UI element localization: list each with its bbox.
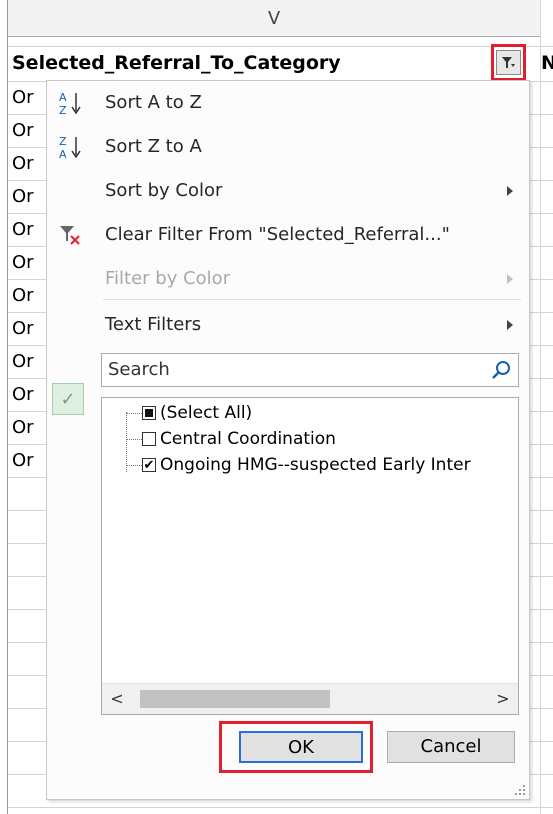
- cell-value[interactable]: Or: [12, 345, 34, 378]
- chevron-right-icon: [507, 274, 513, 284]
- menu-item-text-filters[interactable]: Text Filters: [47, 303, 529, 347]
- cell-value[interactable]: Or: [12, 147, 34, 180]
- tree-line: [126, 412, 127, 472]
- list-item[interactable]: Central Coordination: [142, 426, 336, 452]
- resize-grip-icon[interactable]: [513, 783, 525, 795]
- sheet-right-border: [540, 0, 541, 814]
- search-input[interactable]: Search: [101, 353, 519, 387]
- cell-value[interactable]: Or: [12, 246, 34, 279]
- chevron-right-icon: [507, 186, 513, 196]
- cell-value[interactable]: Or: [12, 81, 34, 114]
- cell-value[interactable]: Or: [12, 411, 34, 444]
- menu-item-label: Text Filters: [105, 314, 202, 335]
- cell-value[interactable]: Or: [12, 213, 34, 246]
- svg-text:A: A: [59, 148, 67, 161]
- cancel-button[interactable]: Cancel: [387, 731, 515, 763]
- list-item[interactable]: ✔ Ongoing HMG--suspected Early Inter: [142, 452, 471, 478]
- tree-line: [126, 413, 142, 414]
- menu-item-sort-z-to-a[interactable]: Z A Sort Z to A: [47, 125, 529, 169]
- svg-text:Z: Z: [59, 135, 67, 148]
- scrollbar-thumb[interactable]: [140, 690, 330, 708]
- checkbox[interactable]: ✔: [142, 458, 156, 472]
- cell-value[interactable]: Or: [12, 312, 34, 345]
- cell-value[interactable]: Or: [12, 378, 34, 411]
- highlight-box-filter: [491, 44, 526, 81]
- list-item[interactable]: (Select All): [142, 400, 252, 426]
- search-icon[interactable]: [490, 359, 512, 381]
- autofilter-menu: A Z Sort A to Z Z A Sort Z to A Sort by Color C…: [46, 80, 530, 800]
- next-column-header-fragment[interactable]: N: [541, 46, 553, 81]
- menu-item-label: Sort Z to A: [105, 136, 202, 157]
- menu-item-label: Clear Filter From "Selected_Referral...": [105, 224, 450, 245]
- sheet-left-border: [7, 0, 8, 814]
- scroll-left-icon[interactable]: <: [102, 684, 132, 714]
- sort-a-z-icon: AZ: [57, 89, 85, 117]
- cell-value[interactable]: Or: [12, 279, 34, 312]
- cell-value[interactable]: Or: [12, 114, 34, 147]
- list-item-label: Ongoing HMG--suspected Early Inter: [160, 455, 471, 475]
- menu-item-sort-a-to-z[interactable]: A Z Sort A to Z: [47, 81, 529, 125]
- menu-item-label: Filter by Color: [105, 268, 231, 289]
- header-cell[interactable]: Selected_Referral_To_Category: [8, 46, 540, 81]
- checkbox[interactable]: [142, 406, 156, 420]
- filter-value-list: (Select All) Central Coordination ✔ Ongoing…: [101, 397, 519, 715]
- svg-text:Z: Z: [59, 104, 67, 117]
- menu-separator: [103, 299, 521, 300]
- sort-z-a-icon: ZA: [57, 133, 85, 161]
- svg-text:A: A: [59, 91, 67, 104]
- tree-line: [126, 465, 142, 466]
- tree-line: [126, 439, 142, 440]
- checkmark-icon: ✓: [52, 383, 84, 415]
- list-item-label: Central Coordination: [160, 429, 336, 449]
- scroll-right-icon[interactable]: >: [488, 684, 518, 714]
- menu-item-clear-filter-from-selected-referral[interactable]: Clear Filter From "Selected_Referral...": [47, 213, 529, 257]
- chevron-right-icon: [507, 320, 513, 330]
- horizontal-scrollbar[interactable]: < >: [102, 683, 518, 714]
- clear-filter-icon: [57, 221, 85, 249]
- menu-item-label: Sort by Color: [105, 180, 223, 201]
- menu-item-label: Sort A to Z: [105, 92, 202, 113]
- column-header[interactable]: V: [8, 0, 540, 37]
- list-item-label: (Select All): [160, 403, 253, 423]
- cell-value[interactable]: Or: [12, 180, 34, 213]
- cell-value[interactable]: Or: [12, 444, 34, 477]
- highlight-box-ok: [219, 721, 373, 773]
- menu-item-filter-by-color: Filter by Color: [47, 257, 529, 301]
- search-placeholder: Search: [108, 359, 170, 380]
- checkbox[interactable]: [142, 432, 156, 446]
- menu-item-sort-by-color[interactable]: Sort by Color: [47, 169, 529, 213]
- grid-line: [8, 807, 553, 808]
